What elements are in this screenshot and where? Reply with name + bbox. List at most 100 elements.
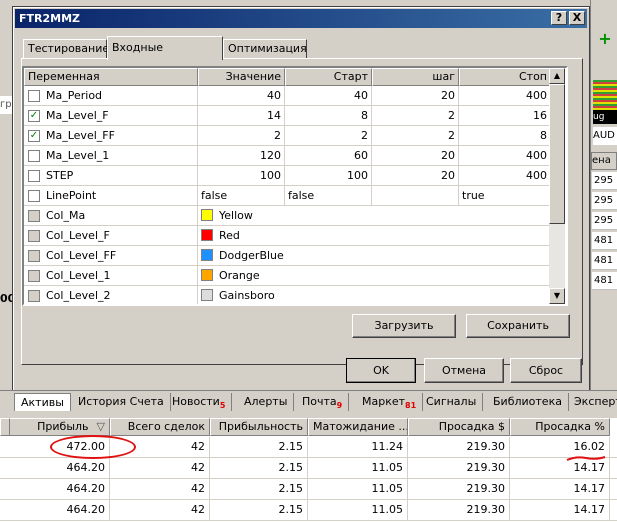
grid-row[interactable]: Col_Level_1 Orange	[24, 266, 551, 286]
terminal-tab[interactable]: История Счета	[72, 393, 171, 411]
param-stop-cell[interactable]: 8	[459, 126, 551, 146]
results-column-header[interactable]: Матожидание ...	[308, 418, 408, 436]
ok-button[interactable]: OK	[346, 358, 416, 383]
load-button[interactable]: Загрузить	[352, 314, 456, 338]
scroll-down-icon[interactable]: ▼	[549, 288, 565, 304]
optimize-checkbox[interactable]	[28, 250, 40, 262]
results-column-header[interactable]: Просадка %	[510, 418, 610, 436]
results-column-header[interactable]: Прибыль ▽	[8, 418, 110, 436]
scroll-up-icon[interactable]: ▲	[549, 68, 565, 84]
param-step-cell[interactable]: 2	[372, 106, 459, 126]
variable-cell[interactable]: Col_Level_F	[24, 226, 198, 246]
optimize-checkbox[interactable]: ✓	[28, 130, 40, 142]
terminal-tab[interactable]: Библиотека	[487, 393, 569, 411]
optimize-checkbox[interactable]	[28, 210, 40, 222]
terminal-tab[interactable]: Сигналы	[420, 393, 484, 411]
results-column-header[interactable]: Прибыльность	[210, 418, 308, 436]
variable-cell[interactable]: Col_Level_FF	[24, 246, 198, 266]
save-button[interactable]: Сохранить	[466, 314, 570, 338]
variable-cell[interactable]: Col_Level_1	[24, 266, 198, 286]
terminal-tab[interactable]: Маркет81	[356, 393, 424, 411]
param-start-cell[interactable]: 60	[285, 146, 372, 166]
help-button[interactable]: ?	[551, 11, 567, 25]
column-header-step[interactable]: шаг	[372, 68, 459, 86]
optimize-checkbox[interactable]	[28, 150, 40, 162]
optimize-checkbox[interactable]	[28, 190, 40, 202]
param-value-cell[interactable]: Red	[198, 226, 551, 246]
cancel-button[interactable]: Отмена	[424, 358, 504, 383]
tab-testing[interactable]: Тестирование	[23, 39, 109, 59]
param-stop-cell[interactable]: 400	[459, 166, 551, 186]
param-value-cell[interactable]: 100	[198, 166, 285, 186]
results-column-header[interactable]: Всего сделок	[110, 418, 210, 436]
param-stop-cell[interactable]: 400	[459, 86, 551, 106]
param-start-cell[interactable]: 8	[285, 106, 372, 126]
grid-row[interactable]: Col_Level_2 Gainsboro	[24, 286, 551, 304]
variable-cell[interactable]: Col_Level_2	[24, 286, 198, 304]
tab-input-params[interactable]: Входные параметры	[107, 36, 223, 76]
param-step-cell[interactable]	[372, 186, 459, 206]
param-value-cell[interactable]: 120	[198, 146, 285, 166]
grid-row[interactable]: Ma_Level_1 120 60 20 400	[24, 146, 551, 166]
variable-cell[interactable]: STEP	[24, 166, 198, 186]
terminal-tab[interactable]: Почта9	[296, 393, 350, 411]
background-symbol-tab[interactable]: AUD	[593, 127, 617, 145]
grid-row[interactable]: Col_Level_F Red	[24, 226, 551, 246]
reset-button[interactable]: Сброс	[510, 358, 582, 383]
variable-cell[interactable]: LinePoint	[24, 186, 198, 206]
dialog-title-bar[interactable]: FTR2MMZ	[15, 9, 587, 28]
param-value-cell[interactable]: DodgerBlue	[198, 246, 551, 266]
variable-cell[interactable]: Ma_Period	[24, 86, 198, 106]
column-header-value[interactable]: Значение	[198, 68, 285, 86]
param-step-cell[interactable]: 20	[372, 146, 459, 166]
grid-row[interactable]: ✓ Ma_Level_F 14 8 2 16	[24, 106, 551, 126]
param-stop-cell[interactable]: true	[459, 186, 551, 206]
grid-row[interactable]: Ma_Period 40 40 20 400	[24, 86, 551, 106]
grid-row[interactable]: Col_Level_FF DodgerBlue	[24, 246, 551, 266]
optimize-checkbox[interactable]: ✓	[28, 110, 40, 122]
param-start-cell[interactable]: false	[285, 186, 372, 206]
terminal-tab[interactable]: Алерты	[238, 393, 295, 411]
param-value-cell[interactable]: 2	[198, 126, 285, 146]
param-value-cell[interactable]: false	[198, 186, 285, 206]
variable-cell[interactable]: ✓ Ma_Level_FF	[24, 126, 198, 146]
param-value-cell[interactable]: Gainsboro	[198, 286, 551, 304]
tab-optimization[interactable]: Оптимизация	[223, 39, 307, 59]
param-start-cell[interactable]: 100	[285, 166, 372, 186]
param-value-cell[interactable]: Orange	[198, 266, 551, 286]
results-row[interactable]: 464.20 42 2.15 11.05 219.30 14.17	[0, 479, 617, 500]
param-start-cell[interactable]: 40	[285, 86, 372, 106]
optimize-checkbox[interactable]	[28, 290, 40, 302]
param-stop-cell[interactable]: 400	[459, 146, 551, 166]
param-start-cell[interactable]: 2	[285, 126, 372, 146]
scroll-thumb[interactable]	[549, 84, 565, 224]
optimize-checkbox[interactable]	[28, 230, 40, 242]
terminal-tab[interactable]: Активы	[14, 393, 71, 411]
terminal-tab[interactable]: Новости5	[166, 393, 233, 411]
column-header-stop[interactable]: Стоп	[459, 68, 551, 86]
variable-cell[interactable]: Col_Ma	[24, 206, 198, 226]
grid-row[interactable]: Col_Ma Yellow	[24, 206, 551, 226]
results-column-header[interactable]: Просадка $	[408, 418, 510, 436]
close-button[interactable]: X	[569, 11, 585, 25]
param-value-cell[interactable]: Yellow	[198, 206, 551, 226]
results-row[interactable]: 464.20 42 2.15 11.05 219.30 14.17	[0, 458, 617, 479]
optimize-checkbox[interactable]	[28, 90, 40, 102]
grid-row[interactable]: STEP 100 100 20 400	[24, 166, 551, 186]
column-header-variable[interactable]: Переменная	[24, 68, 198, 86]
param-stop-cell[interactable]: 16	[459, 106, 551, 126]
results-row[interactable]: 464.20 42 2.15 11.05 219.30 14.17	[0, 500, 617, 521]
param-step-cell[interactable]: 20	[372, 166, 459, 186]
add-icon[interactable]: +	[594, 31, 616, 48]
grid-row[interactable]: LinePoint false false true	[24, 186, 551, 206]
param-value-cell[interactable]: 40	[198, 86, 285, 106]
variable-cell[interactable]: ✓ Ma_Level_F	[24, 106, 198, 126]
param-step-cell[interactable]: 2	[372, 126, 459, 146]
terminal-tab[interactable]: Эксперт	[568, 393, 617, 411]
param-value-cell[interactable]: 14	[198, 106, 285, 126]
param-step-cell[interactable]: 20	[372, 86, 459, 106]
optimize-checkbox[interactable]	[28, 270, 40, 282]
column-header-start[interactable]: Старт	[285, 68, 372, 86]
grid-row[interactable]: ✓ Ma_Level_FF 2 2 2 8	[24, 126, 551, 146]
variable-cell[interactable]: Ma_Level_1	[24, 146, 198, 166]
